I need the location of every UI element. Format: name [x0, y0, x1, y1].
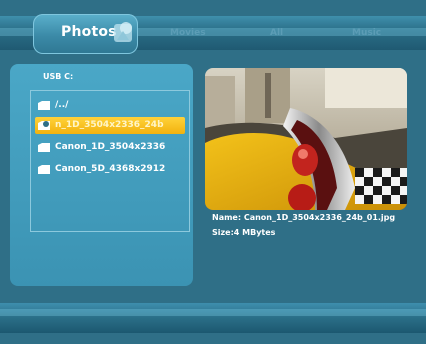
folder-icon: [38, 101, 50, 110]
file-name-info: Name: Canon_1D_3504x2336_24b_01.jpg: [212, 213, 396, 222]
list-item-folder[interactable]: Canon_1D_3504x2336: [35, 139, 185, 156]
tab-movies[interactable]: Movies: [170, 28, 206, 38]
tab-photos[interactable]: Photos: [33, 14, 138, 54]
file-list: /../ n_1D_3504x2336_24b Canon_1D_3504x23…: [30, 90, 190, 232]
photo-preview: [205, 68, 407, 210]
bottom-bar: [0, 303, 426, 333]
tab-music[interactable]: Music: [352, 28, 381, 38]
list-item-folder[interactable]: Canon_5D_4368x2912: [35, 161, 185, 178]
file-browser-panel: USB C: /../ n_1D_3504x2336_24b Canon_1D_…: [10, 64, 193, 286]
preview-image: [205, 68, 407, 210]
current-path: USB C:: [43, 72, 74, 81]
folder-icon: [38, 143, 50, 152]
photo-tab-icon: [114, 22, 132, 42]
list-item-label: /../: [55, 100, 69, 110]
list-item-selected[interactable]: n_1D_3504x2336_24b: [35, 117, 185, 134]
bottom-bar-highlight: [0, 309, 426, 316]
list-item-label: Canon_5D_4368x2912: [55, 164, 166, 174]
file-size-info: Size:4 MBytes: [212, 228, 276, 237]
list-item-label: n_1D_3504x2336_24b: [55, 120, 164, 130]
folder-icon: [38, 165, 50, 174]
list-item-label: Canon_1D_3504x2336: [55, 142, 166, 152]
tab-all[interactable]: All: [270, 28, 283, 38]
media-player-screen: Movies All Music Photos USB C: /../ n_1D…: [0, 0, 426, 344]
folder-icon: [38, 121, 50, 130]
tab-photos-label: Photos: [61, 24, 117, 40]
list-item-parent-folder[interactable]: /../: [35, 97, 185, 114]
